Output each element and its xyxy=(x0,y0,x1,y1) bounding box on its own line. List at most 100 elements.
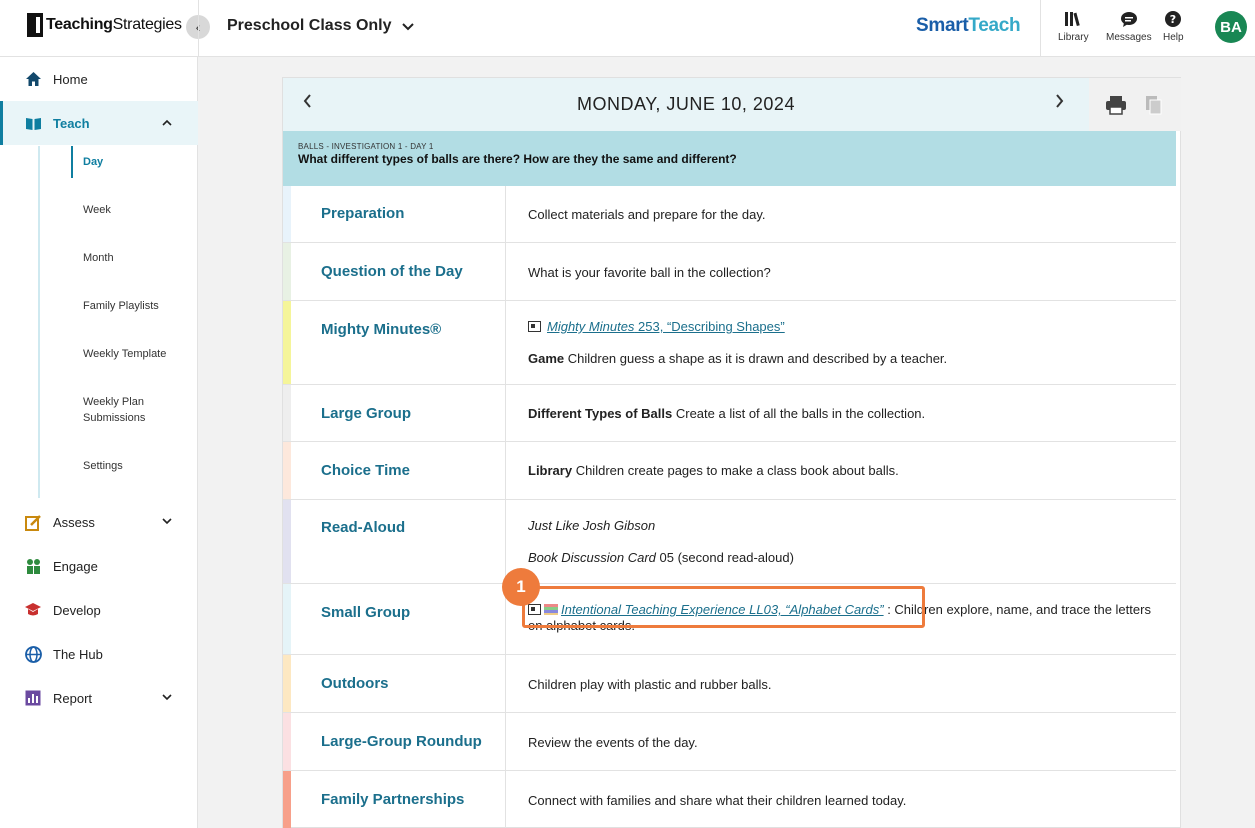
book-title: Just Like Josh Gibson xyxy=(528,518,656,533)
mighty-minutes-link[interactable]: Mighty Minutes 253, “Describing Shapes” xyxy=(547,319,785,334)
row-text: Connect with families and share what the… xyxy=(528,793,907,808)
print-icon[interactable] xyxy=(1105,95,1126,115)
card-tools xyxy=(1089,78,1181,131)
row-color-stripe xyxy=(283,186,291,242)
plan-row-large-group: Large Group Different Types of Balls Cre… xyxy=(283,385,1176,442)
sidebar-item-develop[interactable]: Develop xyxy=(0,588,198,632)
column-divider xyxy=(505,301,506,384)
row-color-stripe xyxy=(283,301,291,384)
row-label: Large-Group Roundup xyxy=(321,733,482,750)
sidebar-item-report[interactable]: Report xyxy=(0,676,198,720)
brand-part-a: Smart xyxy=(916,15,969,36)
row-text: Review the events of the day. xyxy=(528,735,698,750)
column-divider xyxy=(505,442,506,499)
header-divider xyxy=(198,0,199,57)
sidebar-item-teach[interactable]: Teach xyxy=(0,101,198,145)
row-label: Family Partnerships xyxy=(321,791,465,808)
sidebar-label-develop: Develop xyxy=(53,602,101,618)
submenu-settings[interactable]: Settings xyxy=(83,458,123,474)
row-label: Question of the Day xyxy=(321,263,463,280)
row-label: Read-Aloud xyxy=(321,519,406,536)
user-avatar[interactable]: BA xyxy=(1215,11,1247,43)
row-color-stripe xyxy=(283,655,291,712)
home-icon xyxy=(24,70,42,88)
row-label: Outdoors xyxy=(321,675,389,692)
row-color-stripe xyxy=(283,243,291,300)
teaching-strategies-logo[interactable]: TeachingStrategies xyxy=(27,13,182,37)
chevron-down-icon xyxy=(162,692,172,704)
plan-row-family-partnerships: Family Partnerships Connect with familie… xyxy=(283,771,1176,828)
link-title: Intentional Teaching Experience xyxy=(561,602,746,617)
sidebar-item-the-hub[interactable]: The Hub xyxy=(0,632,198,676)
row-color-stripe xyxy=(283,771,291,828)
sidebar-label-engage: Engage xyxy=(53,558,98,574)
column-divider xyxy=(505,385,506,441)
activity-description: Create a list of all the balls in the co… xyxy=(672,406,926,421)
image-icon xyxy=(528,604,541,615)
svg-text:?: ? xyxy=(1170,13,1176,26)
discussion-card-title: Book Discussion Card xyxy=(528,550,656,565)
activity-description: Children create pages to make a class bo… xyxy=(572,463,899,478)
row-text: Collect materials and prepare for the da… xyxy=(528,207,766,222)
row-content: Mighty Minutes 253, “Describing Shapes” … xyxy=(528,319,1163,367)
link-detail: 253, “Describing Shapes” xyxy=(634,319,785,334)
investigation-question: What different types of balls are there?… xyxy=(298,152,737,166)
previous-day-button[interactable] xyxy=(303,94,312,113)
plan-row-question-of-the-day: Question of the Day What is your favorit… xyxy=(283,243,1176,301)
class-name: Preschool Class Only xyxy=(227,17,392,34)
row-color-stripe xyxy=(283,500,291,583)
copy-icon[interactable] xyxy=(1145,95,1165,115)
plan-row-mighty-minutes: Mighty Minutes® Mighty Minutes 253, “Des… xyxy=(283,301,1176,385)
submenu-weekly-plan-submissions[interactable]: Weekly Plan Submissions xyxy=(83,394,173,426)
plan-row-choice-time: Choice Time Library Children create page… xyxy=(283,442,1176,500)
column-divider xyxy=(505,186,506,242)
submenu-day[interactable]: Day xyxy=(83,154,103,170)
row-color-stripe xyxy=(283,442,291,499)
row-label: Large Group xyxy=(321,405,412,422)
activity-description: Children guess a shape as it is drawn an… xyxy=(564,351,948,366)
help-icon: ? xyxy=(1164,10,1182,28)
help-button[interactable]: ? Help xyxy=(1163,10,1184,43)
sidebar-item-assess[interactable]: Assess xyxy=(0,500,198,544)
submenu-weekly-template[interactable]: Weekly Template xyxy=(83,346,166,362)
investigation-banner: BALLS - INVESTIGATION 1 - DAY 1 What dif… xyxy=(283,131,1176,186)
row-color-stripe xyxy=(283,584,291,654)
messages-button[interactable]: Messages xyxy=(1106,10,1152,43)
submenu-month[interactable]: Month xyxy=(83,250,114,266)
row-color-stripe xyxy=(283,385,291,441)
row-text: Children play with plastic and rubber ba… xyxy=(528,677,772,692)
column-divider xyxy=(505,243,506,300)
sidebar-item-engage[interactable]: Engage xyxy=(0,544,198,588)
submenu-active-indicator xyxy=(71,146,73,178)
column-divider xyxy=(505,713,506,770)
current-date: MONDAY, JUNE 10, 2024 xyxy=(577,94,795,114)
column-divider xyxy=(505,771,506,828)
sidebar-item-home[interactable]: Home xyxy=(0,57,198,101)
logo-bold: Teaching xyxy=(46,16,113,33)
bar-chart-icon xyxy=(24,689,42,707)
graduation-cap-icon xyxy=(24,601,42,619)
intentional-teaching-experience-link[interactable]: Intentional Teaching Experience LL03, “A… xyxy=(561,602,884,617)
library-button[interactable]: Library xyxy=(1058,10,1089,43)
top-header: TeachingStrategies ‹ Preschool Class Onl… xyxy=(0,0,1255,57)
row-label: Choice Time xyxy=(321,462,410,479)
row-content: Library Children create pages to make a … xyxy=(528,463,1163,479)
class-selector[interactable]: Preschool Class Only xyxy=(227,17,414,35)
messages-icon xyxy=(1120,10,1138,28)
globe-icon xyxy=(24,645,42,663)
row-label: Small Group xyxy=(321,604,411,621)
plan-row-large-group-roundup: Large-Group Roundup Review the events of… xyxy=(283,713,1176,771)
next-day-button[interactable] xyxy=(1055,94,1064,113)
chevron-up-icon xyxy=(162,117,172,129)
plan-row-read-aloud: Read-Aloud Just Like Josh Gibson Book Di… xyxy=(283,500,1176,584)
submenu-family-playlists[interactable]: Family Playlists xyxy=(83,298,159,314)
row-label: Preparation xyxy=(321,205,405,222)
sidebar: Home Teach Day Week Month Family Playlis… xyxy=(0,57,198,828)
alphabet-cards-icon xyxy=(544,604,558,615)
row-color-stripe xyxy=(283,713,291,770)
row-content: Different Types of Balls Create a list o… xyxy=(528,406,1163,422)
row-text: What is your favorite ball in the collec… xyxy=(528,265,771,280)
assess-icon xyxy=(24,513,42,531)
row-content: Intentional Teaching Experience LL03, “A… xyxy=(528,602,1163,634)
submenu-week[interactable]: Week xyxy=(83,202,111,218)
